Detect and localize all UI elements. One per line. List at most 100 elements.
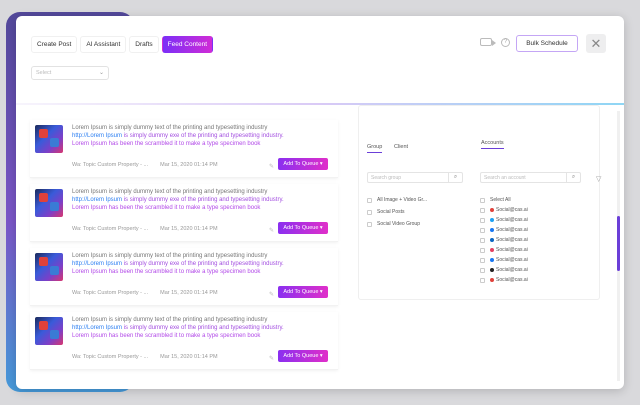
checkbox[interactable] [480,277,485,283]
account-item[interactable]: Social@cas.ai [480,207,528,213]
group-search-input[interactable]: Search group ⌕ [367,172,463,183]
edit-icon[interactable]: ✎ [269,227,274,234]
network-icon [490,278,494,282]
group-item[interactable]: Social Video Group [367,221,420,227]
checkbox[interactable] [480,207,485,213]
tab-drafts[interactable]: Drafts [129,36,159,53]
tab-create-post[interactable]: Create Post [31,36,78,53]
group-item[interactable]: Social Posts [367,209,405,215]
feed-item-date: Mar 15, 2020 01:14 PM [160,354,218,360]
feed-select[interactable]: Select ⌄ [31,66,109,80]
feed-item-source: Wa: Topic Custom Property - ... [72,226,149,232]
checkbox[interactable] [367,197,372,203]
video-icon[interactable] [480,38,496,46]
help-icon[interactable]: ? [501,38,510,47]
feed-item-link[interactable]: http://Lorem Ipsum [72,133,122,139]
scrollbar-thumb[interactable] [617,216,620,271]
tab-feed-content[interactable]: Feed Content [161,36,214,53]
feed-item: Lorem Ipsum is simply dummy text of the … [30,120,338,178]
network-icon [490,238,494,242]
add-to-queue-button[interactable]: Add To Queue ▾ [278,158,328,170]
feed-item-meta: Wa: Topic Custom Property - ... Mar 15, 2… [72,290,218,296]
feed-thumbnail [35,125,63,153]
feed-thumbnail [35,189,63,217]
add-to-queue-button[interactable]: Add To Queue ▾ [278,286,328,298]
checkbox[interactable] [480,237,485,243]
feed-item: Lorem Ipsum is simply dummy text of the … [30,312,338,370]
feed-item-link[interactable]: http://Lorem Ipsum [72,325,122,331]
network-icon [490,258,494,262]
feed-content-window: Create Post AI Assistant Drafts Feed Con… [16,16,624,389]
feed-item-line1: Lorem Ipsum is simply dummy text of the … [72,253,268,259]
account-search-input[interactable]: Search an account ⌕ [480,172,581,183]
checkbox[interactable] [367,221,372,227]
feed-item-meta: Wa: Topic Custom Property - ... Mar 15, 2… [72,226,218,232]
network-icon [490,208,494,212]
checkbox[interactable] [480,257,485,263]
bulk-schedule-button[interactable]: Bulk Schedule [516,35,578,52]
feed-item-line2: http://Lorem Ipsum is simply dummy exe o… [72,133,284,139]
chevron-down-icon: ⌄ [98,70,104,76]
feed-item-line2: http://Lorem Ipsum is simply dummy exe o… [72,197,284,203]
feed-item-line1: Lorem Ipsum is simply dummy text of the … [72,189,268,195]
add-to-queue-button[interactable]: Add To Queue ▾ [278,222,328,234]
close-button[interactable]: ✕ [586,34,606,53]
account-search-placeholder: Search an account [484,175,526,181]
tab-ai-assistant[interactable]: AI Assistant [80,36,127,53]
edit-icon[interactable]: ✎ [269,355,274,362]
feed-list: Lorem Ipsum is simply dummy text of the … [16,105,346,389]
feed-thumbnail [35,317,63,345]
checkbox[interactable] [480,227,485,233]
group-item[interactable]: All Image + Video Gr... [367,197,427,203]
network-icon [490,228,494,232]
add-to-queue-button[interactable]: Add To Queue ▾ [278,350,328,362]
account-item[interactable]: Social@cas.ai [480,257,528,263]
account-item[interactable]: Social@cas.ai [480,227,528,233]
network-icon [490,218,494,222]
checkbox[interactable] [480,217,485,223]
checkbox[interactable] [480,247,485,253]
feed-item-line3: Lorem Ipsum has been the scrambled it to… [72,141,261,147]
tab-accounts[interactable]: Accounts [481,140,504,149]
checkbox[interactable] [480,197,485,203]
feed-item-meta: Wa: Topic Custom Property - ... Mar 15, 2… [72,354,218,360]
tab-bar: Create Post AI Assistant Drafts Feed Con… [31,36,214,53]
feed-thumbnail [35,253,63,281]
edit-icon[interactable]: ✎ [269,163,274,170]
feed-item-line2: http://Lorem Ipsum is simply dummy exe o… [72,325,284,331]
select-all-item[interactable]: Select All [480,197,511,203]
tab-client[interactable]: Client [394,144,408,150]
network-icon [490,248,494,252]
feed-item-source: Wa: Topic Custom Property - ... [72,162,149,168]
account-item[interactable]: Social@cas.ai [480,217,528,223]
search-icon[interactable]: ⌕ [566,172,580,183]
feed-item-line2: http://Lorem Ipsum is simply dummy exe o… [72,261,284,267]
tab-group[interactable]: Group [367,144,383,153]
account-item[interactable]: Social@cas.ai [480,247,528,253]
feed-item-line3: Lorem Ipsum has been the scrambled it to… [72,333,261,339]
feed-item-line3: Lorem Ipsum has been the scrambled it to… [72,205,261,211]
feed-item-link[interactable]: http://Lorem Ipsum [72,261,122,267]
checkbox[interactable] [367,209,372,215]
feed-item-line1: Lorem Ipsum is simply dummy text of the … [72,317,268,323]
feed-item-line1: Lorem Ipsum is simply dummy text of the … [72,125,268,131]
top-bar: Create Post AI Assistant Drafts Feed Con… [16,16,624,106]
network-icon [490,268,494,272]
account-item[interactable]: Social@cas.ai [480,237,528,243]
feed-item-date: Mar 15, 2020 01:14 PM [160,226,218,232]
checkbox[interactable] [480,267,485,273]
filter-icon[interactable]: ▽ [596,175,601,183]
search-icon[interactable]: ⌕ [448,172,462,183]
accounts-panel: Group Client Accounts Search group ⌕ Sea… [358,105,601,300]
feed-item: Lorem Ipsum is simply dummy text of the … [30,184,338,242]
feed-item-link[interactable]: http://Lorem Ipsum [72,197,122,203]
account-item[interactable]: Social@cas.ai [480,277,528,283]
feed-item-source: Wa: Topic Custom Property - ... [72,290,149,296]
feed-item-date: Mar 15, 2020 01:14 PM [160,290,218,296]
edit-icon[interactable]: ✎ [269,291,274,298]
account-item[interactable]: Social@cas.ai [480,267,528,273]
feed-item-meta: Wa: Topic Custom Property - ... Mar 15, 2… [72,162,218,168]
feed-item-source: Wa: Topic Custom Property - ... [72,354,149,360]
feed-item-date: Mar 15, 2020 01:14 PM [160,162,218,168]
feed-item: Lorem Ipsum is simply dummy text of the … [30,248,338,306]
